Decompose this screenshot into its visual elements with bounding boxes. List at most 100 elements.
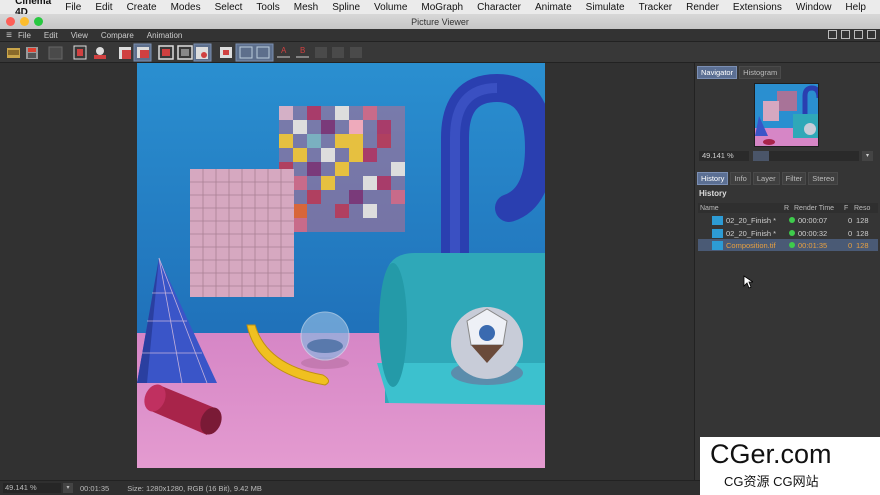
viewer-menu-view[interactable]: View (71, 31, 88, 40)
render-region-icon[interactable] (94, 47, 106, 59)
frame-icon[interactable] (158, 45, 174, 60)
set-b-icon[interactable]: B (296, 46, 309, 58)
table-row[interactable]: 02_20_Finish * 00:00:07 0 128 (698, 214, 878, 226)
viewer-menu-compare[interactable]: Compare (101, 31, 134, 40)
menu-help[interactable]: Help (845, 2, 866, 13)
zoom-value-field[interactable]: 49.141 % (699, 151, 749, 161)
tab-histogram[interactable]: Histogram (739, 66, 782, 79)
menu-animate[interactable]: Animate (535, 2, 572, 13)
viewer-menu-file[interactable]: File (18, 31, 31, 40)
row-render-time: 00:01:35 (798, 240, 828, 250)
align-icon[interactable] (332, 47, 344, 58)
history-table-header: Name R Render Time F Reso (698, 203, 878, 213)
col-name[interactable]: Name (698, 205, 784, 212)
table-row[interactable]: 02_20_Finish * 00:00:32 0 128 (698, 227, 878, 239)
menu-tracker[interactable]: Tracker (639, 2, 673, 13)
window-titlebar: Picture Viewer (0, 14, 880, 29)
open-icon[interactable] (7, 48, 20, 58)
zoom-slider[interactable] (753, 151, 859, 161)
viewer-toolbar: A B (0, 42, 880, 63)
menu-simulate[interactable]: Simulate (586, 2, 625, 13)
layout-icon[interactable] (828, 30, 837, 39)
viewer-menu-edit[interactable]: Edit (44, 31, 58, 40)
render-status-icon (789, 230, 795, 236)
viewer-menu-bar: ≡ File Edit View Compare Animation (0, 29, 880, 42)
tab-filter[interactable]: Filter (781, 172, 807, 185)
fullscreen-icon[interactable] (867, 30, 876, 39)
row-name: Composition.tif (726, 240, 776, 250)
col-f[interactable]: F (844, 205, 854, 212)
row-render-time: 00:00:32 (798, 228, 828, 238)
menu-create[interactable]: Create (127, 2, 157, 13)
status-zoom-dropdown-icon[interactable]: ▾ (63, 483, 73, 493)
render-thumbnail (712, 228, 723, 238)
svg-text:A: A (281, 46, 287, 55)
save-icon[interactable] (26, 47, 38, 59)
col-r[interactable]: R (784, 205, 794, 212)
navigator-tabs: Navigator Histogram (697, 66, 782, 79)
tab-info[interactable]: Info (730, 172, 751, 185)
menu-spline[interactable]: Spline (332, 2, 360, 13)
tab-history[interactable]: History (697, 172, 729, 185)
crop-icon[interactable] (73, 45, 87, 60)
table-row-selected[interactable]: Composition.tif 00:01:35 0 128 (698, 239, 878, 251)
close-icon[interactable] (6, 17, 15, 26)
row-resolution: 128 (856, 240, 869, 250)
history-title: History (699, 189, 727, 198)
watermark-subtitle: CG资源 CG网站 (724, 474, 819, 489)
status-render-time: 00:01:35 (80, 483, 110, 493)
col-resolution[interactable]: Reso (854, 205, 874, 212)
menu-modes[interactable]: Modes (171, 2, 201, 13)
toolbar-icons: A B (7, 43, 362, 62)
menu-mograph[interactable]: MoGraph (421, 2, 463, 13)
render-thumbnail (712, 240, 723, 250)
row-frame: 0 (848, 215, 853, 225)
row-render-time: 00:00:07 (798, 215, 828, 225)
window-controls (6, 17, 43, 26)
minimize-icon[interactable] (20, 17, 29, 26)
render-artwork (137, 63, 545, 468)
menu-character[interactable]: Character (477, 2, 521, 13)
compare-icon[interactable] (220, 47, 232, 58)
frame-alpha-icon[interactable] (177, 45, 193, 60)
display-mode-icon[interactable] (119, 47, 131, 59)
grid-icon[interactable] (48, 46, 63, 60)
menu-render[interactable]: Render (686, 2, 719, 13)
svg-text:B: B (300, 46, 305, 55)
menu-file[interactable]: File (65, 2, 81, 13)
right-panel: Navigator Histogram 49.141 % ▾ History I… (694, 63, 880, 480)
menu-mesh[interactable]: Mesh (294, 2, 318, 13)
menu-select[interactable]: Select (215, 2, 243, 13)
menu-extensions[interactable]: Extensions (733, 2, 782, 13)
menu-window[interactable]: Window (796, 2, 832, 13)
navigator-thumbnail[interactable] (754, 83, 819, 147)
row-frame: 0 (848, 240, 853, 250)
render-status-icon (789, 217, 795, 223)
filter-icon[interactable] (196, 47, 208, 59)
tab-navigator[interactable]: Navigator (697, 66, 738, 79)
menu-edit[interactable]: Edit (95, 2, 112, 13)
status-image-size: Size: 1280x1280, RGB (16 Bit), 9.42 MB (127, 483, 262, 493)
zoom-icon[interactable] (34, 17, 43, 26)
tab-stereo[interactable]: Stereo (808, 172, 839, 185)
difference-icon[interactable] (350, 47, 362, 58)
hamburger-icon[interactable]: ≡ (0, 30, 18, 41)
set-a-icon[interactable]: A (277, 46, 290, 58)
window-title: Picture Viewer (411, 16, 469, 27)
panel-layout-icons (828, 30, 876, 39)
tab-layer[interactable]: Layer (752, 172, 780, 185)
swap-icon[interactable] (315, 47, 327, 58)
viewer-menu-animation[interactable]: Animation (147, 31, 183, 40)
status-zoom-field[interactable]: 49.141 % (3, 483, 61, 493)
col-render-time[interactable]: Render Time (794, 205, 844, 212)
row-resolution: 128 (856, 215, 869, 225)
menu-tools[interactable]: Tools (256, 2, 279, 13)
image-viewport[interactable] (0, 63, 694, 480)
navigator-zoom: 49.141 % ▾ (699, 151, 875, 161)
move-icon[interactable] (854, 30, 863, 39)
mouse-cursor-icon (743, 275, 753, 289)
zoom-dropdown-icon[interactable]: ▾ (862, 151, 873, 161)
expand-icon[interactable] (841, 30, 850, 39)
menu-volume[interactable]: Volume (374, 2, 407, 13)
single-view-icon[interactable] (137, 47, 149, 58)
